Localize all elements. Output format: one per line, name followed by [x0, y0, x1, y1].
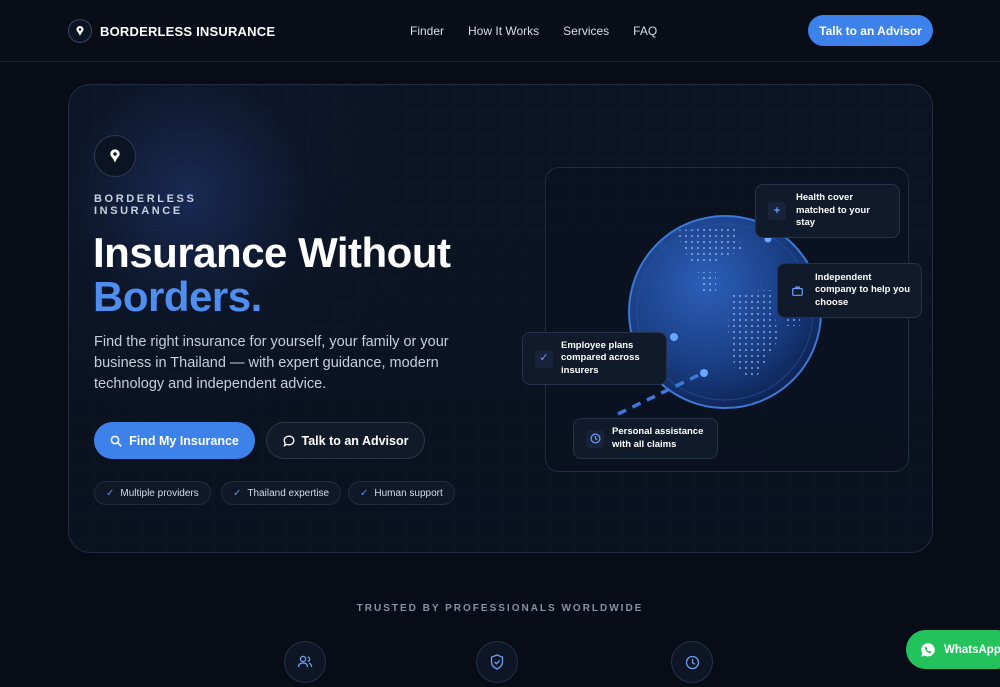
- check-icon: ✓: [106, 487, 115, 499]
- nav-links: Finder How It Works Services FAQ: [410, 24, 657, 38]
- headline-dot: .: [250, 273, 263, 320]
- check-icon: ✓: [233, 487, 242, 499]
- hero-logo-icon: [94, 135, 136, 177]
- hero-subcopy: Find the right insurance for yourself, y…: [94, 334, 449, 392]
- card-employee-plans: ✓ Employee plans compared across insurer…: [522, 332, 667, 385]
- card-independent-text: Independent company to help you choose: [815, 271, 911, 308]
- whatsapp-button[interactable]: WhatsApp: [906, 630, 1000, 669]
- trusted-heading: TRUSTED BY PROFESSIONALS WORLDWIDE: [356, 603, 644, 614]
- chip-thailand-expertise: ✓ Thailand expertise: [221, 481, 342, 505]
- chat-bubble-icon: [282, 435, 294, 447]
- card-personal-text: Personal assistance with all claims: [612, 426, 704, 450]
- nav-link-finder[interactable]: Finder: [410, 24, 444, 38]
- clock-icon: [671, 641, 713, 683]
- hero-eyebrow: BORDERLESS INSURANCE: [94, 193, 197, 217]
- hero-headline: Insurance Without Borders.: [93, 229, 451, 320]
- chip-human-support: ✓ Human support: [348, 481, 455, 505]
- check-icon: ✓: [360, 487, 369, 499]
- talk-to-advisor-label: Talk to an Advisor: [301, 433, 409, 448]
- find-my-insurance-label: Find My Insurance: [129, 433, 239, 448]
- chip-multiple-providers: ✓ Multiple providers: [94, 481, 211, 505]
- search-icon: [110, 435, 122, 447]
- card-health-text: Health cover matched to your stay: [796, 192, 870, 229]
- nav-link-faq[interactable]: FAQ: [633, 24, 657, 38]
- whatsapp-label: WhatsApp: [944, 643, 1000, 656]
- card-independent-company: Independent company to help you choose: [777, 263, 922, 318]
- top-navigation: BORDERLESS INSURANCE Finder How It Works…: [0, 0, 1000, 62]
- brand[interactable]: BORDERLESS INSURANCE: [68, 19, 275, 43]
- shield-check-icon: [476, 641, 518, 683]
- nav-link-services[interactable]: Services: [563, 24, 609, 38]
- card-personal-assistance: Personal assistance with all claims: [573, 418, 718, 459]
- brand-logo-icon: [68, 19, 92, 43]
- nav-talk-to-advisor-button[interactable]: Talk to an Advisor: [808, 15, 933, 46]
- headline-line-1: Insurance Without: [93, 229, 451, 276]
- card-health-cover: + Health cover matched to your stay: [755, 184, 900, 238]
- whatsapp-icon: [920, 642, 936, 658]
- nav-link-how-it-works[interactable]: How It Works: [468, 24, 539, 38]
- talk-to-advisor-button[interactable]: Talk to an Advisor: [266, 422, 425, 459]
- check-icon: ✓: [535, 349, 553, 368]
- chip-label: Multiple providers: [120, 487, 199, 499]
- chip-label: Thailand expertise: [247, 487, 330, 499]
- card-employee-text: Employee plans compared across insurers: [561, 339, 640, 376]
- plus-icon: +: [768, 202, 786, 220]
- find-my-insurance-button[interactable]: Find My Insurance: [94, 422, 255, 459]
- briefcase-icon: [792, 285, 803, 296]
- brand-name: BORDERLESS INSURANCE: [100, 23, 276, 39]
- users-icon: [284, 641, 326, 683]
- chip-label: Human support: [374, 487, 443, 499]
- headline-line-2: Borders: [93, 273, 251, 320]
- clock-icon: [586, 429, 604, 448]
